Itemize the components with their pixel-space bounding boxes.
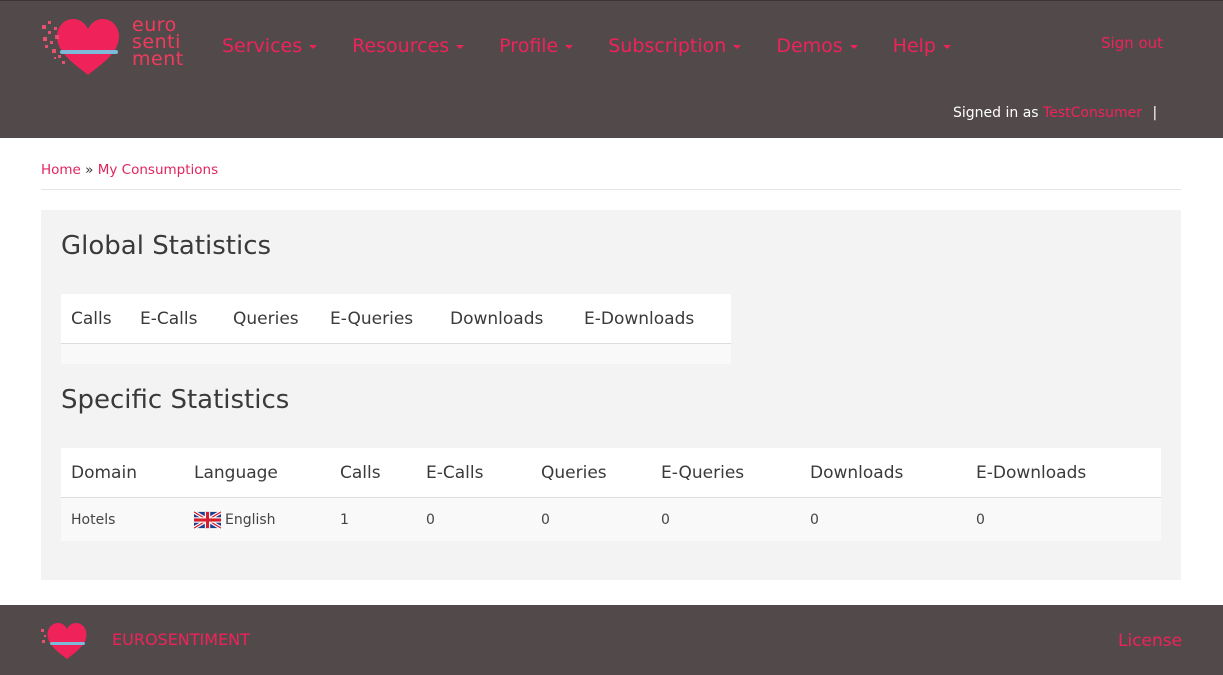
nav-separator: | [1152,105,1158,121]
signed-in-prefix: Signed in as [953,105,1039,121]
signed-in-status: Signed in as TestConsumer | [953,105,1157,121]
nav-demos[interactable]: Demos [776,35,858,57]
nav-help[interactable]: Help [893,35,951,57]
breadcrumb: Home » My Consumptions [41,162,1181,190]
nav-subscription-label: Subscription [608,35,727,57]
caret-down-icon [456,44,465,49]
global-statistics-title: Global Statistics [61,231,272,261]
column-header-calls: Calls [330,448,416,498]
column-header-queries: Queries [531,448,651,498]
column-header-e-calls: E-Calls [416,448,531,498]
breadcrumb-separator: » [85,162,94,178]
footer-logo[interactable] [40,619,90,661]
column-header-e-queries: E-Queries [320,294,440,344]
empty-table-row [61,343,731,364]
uk-flag-icon [194,510,221,529]
column-header-calls: Calls [61,294,130,344]
nav-resources-label: Resources [352,35,450,57]
table-header-row: Domain Language Calls E-Calls Queries E-… [61,448,1161,498]
nav-services[interactable]: Services [222,35,318,57]
statistics-panel: Global Statistics Calls E-Calls Queries … [41,210,1181,580]
column-header-domain: Domain [61,448,184,498]
caret-down-icon [309,44,318,49]
nav-profile-label: Profile [499,35,559,57]
username-link[interactable]: TestConsumer [1043,105,1142,121]
column-header-downloads: Downloads [440,294,574,344]
sign-out-link[interactable]: Sign out [1101,34,1163,52]
nav-profile[interactable]: Profile [499,35,574,57]
specific-statistics-table: Domain Language Calls E-Calls Queries E-… [61,448,1161,541]
language-label: English [225,511,276,528]
table-row: Hotels English 1 0 0 0 0 0 [61,497,1161,541]
cell-language: English [184,497,330,541]
cell-domain: Hotels [61,497,184,541]
nav-resources[interactable]: Resources [352,35,465,57]
nav-demos-label: Demos [776,35,843,57]
eurosentiment-logo[interactable]: euro senti ment [40,13,195,79]
cell-downloads: 0 [800,497,966,541]
caret-down-icon [943,44,951,49]
footer-brand-name: EUROSENTIMENT [112,630,250,649]
caret-down-icon [849,44,858,49]
caret-down-icon [565,44,574,49]
cell-e-calls: 0 [416,497,531,541]
heart-logo-icon [41,623,87,659]
column-header-e-calls: E-Calls [130,294,223,344]
main-nav: Services Resources Profile Subscription … [222,35,986,57]
cell-e-queries: 0 [651,497,800,541]
site-header: euro senti ment Services Resources Profi… [0,0,1223,138]
column-header-language: Language [184,448,330,498]
empty-cell [61,343,731,364]
global-statistics-table: Calls E-Calls Queries E-Queries Download… [61,294,731,364]
breadcrumb-home-link[interactable]: Home [41,162,81,178]
caret-down-icon [733,44,742,49]
cell-queries: 0 [531,497,651,541]
column-header-e-downloads: E-Downloads [574,294,731,344]
specific-statistics-title: Specific Statistics [61,385,290,415]
column-header-e-downloads: E-Downloads [966,448,1161,498]
nav-subscription[interactable]: Subscription [608,35,742,57]
table-header-row: Calls E-Calls Queries E-Queries Download… [61,294,731,344]
logo-wordmark: euro senti ment [132,16,184,70]
column-header-downloads: Downloads [800,448,966,498]
cell-calls: 1 [330,497,416,541]
nav-help-label: Help [892,35,936,57]
license-link[interactable]: License [1118,631,1182,651]
nav-services-label: Services [222,35,303,57]
logo-line-3: ment [132,48,184,70]
heart-logo-icon [42,19,120,75]
breadcrumb-current-link[interactable]: My Consumptions [98,162,218,178]
column-header-e-queries: E-Queries [651,448,800,498]
site-footer: EUROSENTIMENT License [0,605,1223,675]
column-header-queries: Queries [223,294,320,344]
cell-e-downloads: 0 [966,497,1161,541]
